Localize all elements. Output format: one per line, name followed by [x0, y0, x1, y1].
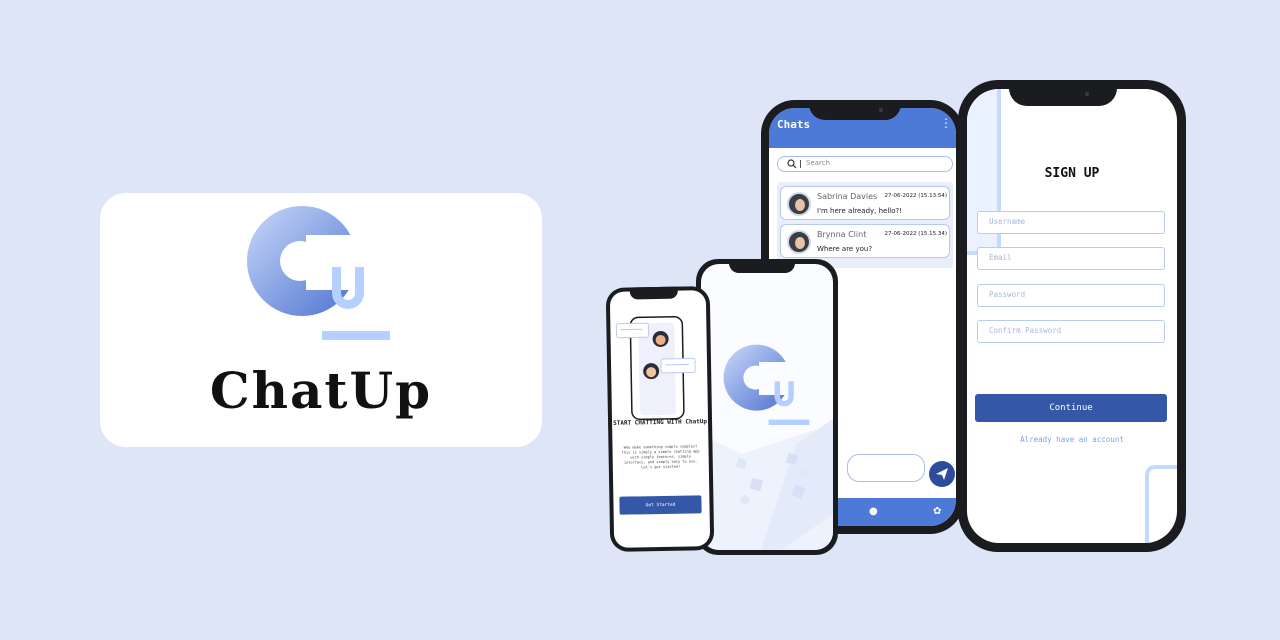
- email-placeholder: Email: [989, 253, 1012, 262]
- more-vert-icon[interactable]: ⋮: [940, 116, 952, 130]
- send-icon: [936, 468, 948, 480]
- notch: [809, 100, 901, 120]
- notch: [1009, 80, 1117, 106]
- username-field[interactable]: Username: [977, 211, 1165, 234]
- splash-screen: [701, 264, 833, 550]
- phone-splash: [696, 259, 838, 555]
- onboarding-title: START CHATTING WITH ChatUp: [613, 418, 708, 427]
- search-separator: [800, 160, 801, 168]
- signin-link[interactable]: Already have an account: [967, 435, 1177, 444]
- search-icon: [787, 159, 797, 169]
- chat-message: Where are you?: [817, 245, 873, 253]
- onboarding-screen: START CHATTING WITH ChatUp Who make some…: [609, 290, 711, 548]
- signup-screen: SIGN UP Username Email Password Confirm …: [967, 89, 1177, 543]
- decoration: [1145, 465, 1177, 543]
- chat-list: Sabrina Davies 27-06-2022 (15.13.54) I'm…: [777, 182, 953, 268]
- password-placeholder: Password: [989, 290, 1026, 299]
- chat-item[interactable]: Sabrina Davies 27-06-2022 (15.13.54) I'm…: [780, 186, 950, 220]
- chat-time: 27-06-2022 (15.13.54): [884, 193, 948, 199]
- chats-title: Chats: [777, 118, 811, 131]
- signup-title: SIGN UP: [1044, 166, 1100, 181]
- user-icon[interactable]: ●: [869, 506, 878, 517]
- brand-name: ChatUp: [209, 361, 433, 420]
- email-field[interactable]: Email: [977, 247, 1165, 270]
- password-field[interactable]: Password: [977, 284, 1165, 307]
- onboarding-description: Who make something simple complex? This …: [621, 444, 700, 470]
- get-started-button[interactable]: Get Started: [619, 495, 702, 515]
- phone-signup: SIGN UP Username Email Password Confirm …: [958, 80, 1186, 552]
- notch: [629, 286, 678, 300]
- send-button[interactable]: [929, 461, 955, 487]
- chat-time: 27-06-2022 (15.15.34): [884, 231, 948, 237]
- confirm-password-field[interactable]: Confirm Password: [977, 320, 1165, 343]
- avatar: [787, 230, 811, 254]
- username-placeholder: Username: [989, 217, 1026, 226]
- phone-onboarding: START CHATTING WITH ChatUp Who make some…: [605, 286, 715, 552]
- chat-name: Brynna Clint: [817, 230, 867, 239]
- continue-button[interactable]: Continue: [975, 394, 1167, 422]
- search-input[interactable]: Search: [777, 156, 953, 172]
- chatup-logo: [723, 344, 810, 425]
- notch: [729, 259, 795, 273]
- confirm-password-placeholder: Confirm Password: [989, 326, 1062, 335]
- chat-message: I'm here already, hello?!: [817, 207, 903, 215]
- logo-card: ChatUp: [100, 193, 542, 447]
- flower-icon[interactable]: ✿: [933, 506, 941, 517]
- message-input[interactable]: [847, 454, 925, 482]
- chat-name: Sabrina Davies: [817, 192, 878, 201]
- chat-item[interactable]: Brynna Clint 27-06-2022 (15.15.34) Where…: [780, 224, 950, 258]
- search-placeholder: Search: [806, 159, 831, 167]
- chat-illustration: [615, 315, 696, 421]
- chatup-logo: [247, 206, 390, 340]
- avatar: [787, 192, 811, 216]
